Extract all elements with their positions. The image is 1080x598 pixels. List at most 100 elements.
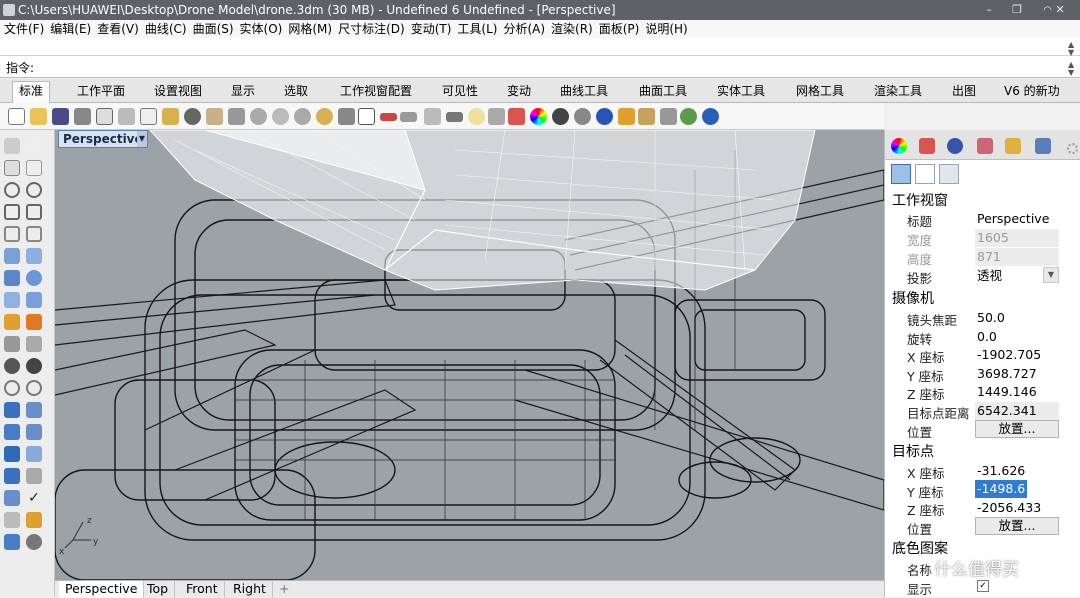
tab-curve-tools[interactable]: 曲线工具 [558,82,610,103]
menu-file[interactable]: 文件(F) [4,20,44,38]
menu-solid[interactable]: 实体(O) [240,20,283,38]
edit-points-icon[interactable] [26,512,42,528]
lock-icon[interactable] [488,108,505,125]
menu-transform[interactable]: 变动(T) [411,20,452,38]
camera-y-field[interactable]: 3698.727 [975,365,1059,383]
rotate-view-icon[interactable] [338,108,355,125]
layout-icon[interactable] [4,468,20,484]
tab-display[interactable]: 显示 [229,82,257,103]
tab-solid-tools[interactable]: 实体工具 [715,82,767,103]
sphere-render-icon[interactable] [552,108,569,125]
color-wheel-icon[interactable] [530,108,547,125]
vtab-top[interactable]: Top [141,581,176,598]
layers-tab-icon[interactable] [919,138,935,154]
surface-icon[interactable] [4,248,20,264]
circle-icon[interactable] [4,182,20,198]
perspective-viewport[interactable]: z y x Perspective ▼ [55,130,884,580]
ellipse-icon[interactable] [26,182,42,198]
minimize-button[interactable]: – [976,0,1002,20]
viewport-menu-icon[interactable]: ▼ [137,131,147,147]
flag-icon[interactable] [618,108,635,125]
curve-icon[interactable] [26,160,42,176]
camera-icon[interactable] [891,164,911,184]
boolean-icon[interactable] [4,358,20,374]
polyline-icon[interactable] [4,160,20,176]
panel-gear-icon[interactable] [1067,143,1078,154]
hide-icon[interactable] [446,112,463,122]
close-icon[interactable]: ✕ [1056,3,1065,16]
menu-render[interactable]: 渲染(R) [551,20,593,38]
point-icon[interactable] [26,138,42,154]
menu-dimension[interactable]: 尺寸标注(D) [338,20,405,38]
dim-icon[interactable] [660,108,677,125]
menu-analyze[interactable]: 分析(A) [503,20,545,38]
dimension-icon[interactable] [26,402,42,418]
text-icon[interactable] [4,402,20,418]
extrude-surface-icon[interactable] [26,248,42,264]
import-icon[interactable] [96,108,113,125]
scroll-down-icon[interactable]: ▼ [1068,48,1076,57]
select-arrow-icon[interactable] [4,138,20,154]
pan-icon[interactable] [206,108,223,125]
title-field[interactable]: Perspective [975,210,1059,228]
menu-curve[interactable]: 曲线(C) [145,20,187,38]
camera-place-button[interactable]: 放置... [975,420,1059,438]
focal-length-field[interactable]: 50.0 [975,309,1059,327]
print-icon[interactable] [74,108,91,125]
explode-icon[interactable] [26,314,42,330]
viewport-title[interactable]: Perspective [58,130,148,148]
gear-puzzle-icon[interactable] [638,108,655,125]
scroll-down-icon[interactable]: ▼ [1068,68,1076,77]
group-icon[interactable] [26,358,42,374]
menu-surface[interactable]: 曲面(S) [193,20,234,38]
vtab-front[interactable]: Front [180,581,225,598]
vtab-perspective[interactable]: Perspective [59,581,145,598]
library-tab-icon[interactable] [1005,138,1021,154]
hatch-pattern-icon[interactable] [4,534,20,550]
render-tab-icon[interactable] [947,138,963,154]
help-icon[interactable] [702,108,719,125]
join-icon[interactable] [4,380,20,396]
tab-standard[interactable]: 标准 [12,81,51,103]
globe-icon[interactable] [596,108,613,125]
viewports-icon[interactable] [358,108,375,125]
menu-view[interactable]: 查看(V) [97,20,139,38]
grid-icon[interactable] [26,468,42,484]
hatch-icon[interactable] [26,446,42,462]
zoom-icon[interactable] [250,108,267,125]
target-distance-field[interactable]: 6542.341 [975,402,1059,420]
target-place-button[interactable]: 放置... [975,517,1059,535]
tab-surface-tools[interactable]: 曲面工具 [637,82,689,103]
cplane-icon[interactable] [380,113,397,121]
tab-render-tools[interactable]: 渲染工具 [872,82,924,103]
trim-icon[interactable] [4,336,20,352]
menu-edit[interactable]: 编辑(E) [50,20,91,38]
select-icon[interactable] [424,108,441,125]
render-icon[interactable] [4,512,20,528]
rotate-icon[interactable] [228,108,245,125]
sphere-icon[interactable] [26,270,42,286]
fillet-icon[interactable] [26,226,42,242]
polygon-icon[interactable] [4,204,20,220]
camera-x-field[interactable]: -1902.705 [975,346,1059,364]
tab-select[interactable]: 选取 [282,82,310,103]
menu-help[interactable]: 说明(H) [645,20,687,38]
copy-icon[interactable] [140,108,157,125]
menu-mesh[interactable]: 网格(M) [288,20,332,38]
material-tool-icon[interactable] [26,534,42,550]
move-icon[interactable] [26,424,42,440]
rotation-field[interactable]: 0.0 [975,328,1059,346]
command-line[interactable]: 指令: ▲ ▼ [0,56,1080,78]
tab-mesh-tools[interactable]: 网格工具 [794,82,846,103]
undo-icon[interactable] [184,108,201,125]
light-tool-icon[interactable] [4,314,20,330]
materials-tab-icon[interactable] [977,138,993,154]
rectangle-icon[interactable] [26,204,42,220]
tab-v6-new[interactable]: V6 的新功 [1002,82,1068,103]
analyze-icon[interactable] [4,446,20,462]
chevron-down-icon[interactable]: ▼ [1043,267,1059,283]
vtab-right[interactable]: Right [227,581,273,598]
dim-tool-icon[interactable] [4,490,20,506]
arc-icon[interactable] [4,226,20,242]
material-icon[interactable] [574,108,591,125]
